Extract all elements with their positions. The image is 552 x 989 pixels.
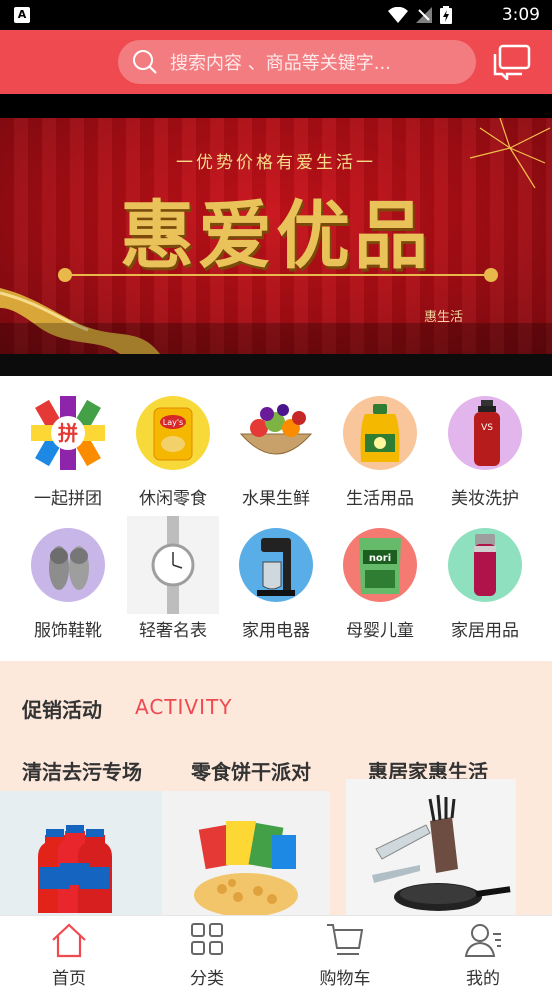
category-daily-goods[interactable]: 生活用品 [327,396,433,509]
category-fruit[interactable]: 水果生鲜 [223,396,329,509]
promo-card-title[interactable]: 清洁去污专场 [22,756,142,785]
category-label: 家居用品 [451,621,519,641]
category-label: 轻奢名表 [139,621,207,641]
message-icon[interactable] [492,44,532,80]
tab-profile[interactable]: 我的 [414,916,552,989]
category-appliances[interactable]: 家用电器 [223,528,329,641]
divider-dot-right [484,268,498,282]
banner-bottom-strip [0,354,552,376]
tab-label: 购物车 [319,969,371,989]
promo-card-cleaning[interactable] [0,791,162,915]
tab-label: 分类 [190,969,224,989]
clock: 3:09 [501,5,540,25]
app-badge-icon: A [14,7,30,23]
category-grid-icon [191,923,223,955]
search-icon [133,50,157,74]
coffee-maker-icon [239,528,313,602]
category-group-buy[interactable]: 拼 一起拼团 [15,396,121,509]
category-grid: 拼 一起拼团 Lay's 休闲零食 水果生鲜 生活用品 VS 美妆洗护 服饰鞋靴… [0,376,552,661]
tab-cart[interactable]: 购物车 [276,916,414,989]
banner-subtitle: 一优势价格有爱生活一 [176,153,376,173]
search-input[interactable]: 搜索内容 、商品等关键字... [118,40,476,84]
group-buy-icon: 拼 [31,396,105,470]
category-label: 休闲零食 [139,489,207,509]
category-label: 生活用品 [346,489,414,509]
tab-categories[interactable]: 分类 [138,916,276,989]
banner-top-strip [0,94,552,118]
thermos-icon [448,528,522,602]
category-label: 母婴儿童 [346,621,414,641]
promotions-heading-en: ACTIVITY [135,695,233,719]
svg-text:拼: 拼 [58,421,78,445]
promotions-section: 促销活动 ACTIVITY 清洁去污专场 零食饼干派对 惠居家惠生活 [0,661,552,915]
detergent-bottles-image [38,825,112,913]
status-bar: A 3:09 [0,0,552,30]
user-icon [464,924,501,957]
svg-text:VS: VS [481,423,493,433]
category-label: 水果生鲜 [242,489,310,509]
category-beauty[interactable]: VS 美妆洗护 [432,396,538,509]
system-icons [388,6,452,24]
category-label: 一起拼团 [34,489,102,509]
banner-stage-floor [0,323,552,354]
category-watches[interactable]: 轻奢名表 [120,516,226,641]
bottom-tab-bar: 首页 分类 购物车 我的 [0,915,552,989]
promo-card-home[interactable] [346,779,516,915]
signal-icon [416,7,432,23]
tab-home[interactable]: 首页 [0,916,138,989]
category-label: 服饰鞋靴 [34,621,102,641]
slippers-icon [31,528,105,602]
shampoo-bottle-icon: VS [448,396,522,470]
svg-text:nori: nori [369,553,391,564]
category-maternity[interactable]: nori 母婴儿童 [327,528,433,641]
category-label: 家用电器 [242,621,310,641]
snack-chips-icon: Lay's [136,396,210,470]
cart-icon [327,924,364,955]
category-apparel[interactable]: 服饰鞋靴 [15,528,121,641]
battery-icon [440,6,452,24]
snack-assortment-image [194,821,298,915]
wristwatch-icon [127,516,219,614]
tab-label: 首页 [52,969,86,989]
banner-caption: 惠生活 [424,310,464,325]
app-header: 搜索内容 、商品等关键字... [0,30,552,94]
search-placeholder: 搜索内容 、商品等关键字... [170,53,391,74]
svg-text:Lay's: Lay's [163,418,183,427]
promo-card-title[interactable]: 零食饼干派对 [191,756,311,785]
fruit-basket-icon [231,396,321,470]
promo-banner[interactable]: 一优势价格有爱生活一 惠爱优品 惠生活 [0,118,552,354]
category-home[interactable]: 家居用品 [432,528,538,641]
wifi-icon [388,7,408,23]
home-icon [52,923,86,958]
category-label: 美妆洗护 [451,489,519,509]
promotions-heading: 促销活动 [22,698,102,722]
seaweed-snack-icon: nori [343,528,417,602]
tab-label: 我的 [466,969,500,989]
promo-card-snacks[interactable] [162,791,330,915]
knife-and-pan-image [372,794,511,911]
cooking-oil-icon [343,396,417,470]
category-snacks[interactable]: Lay's 休闲零食 [120,396,226,509]
